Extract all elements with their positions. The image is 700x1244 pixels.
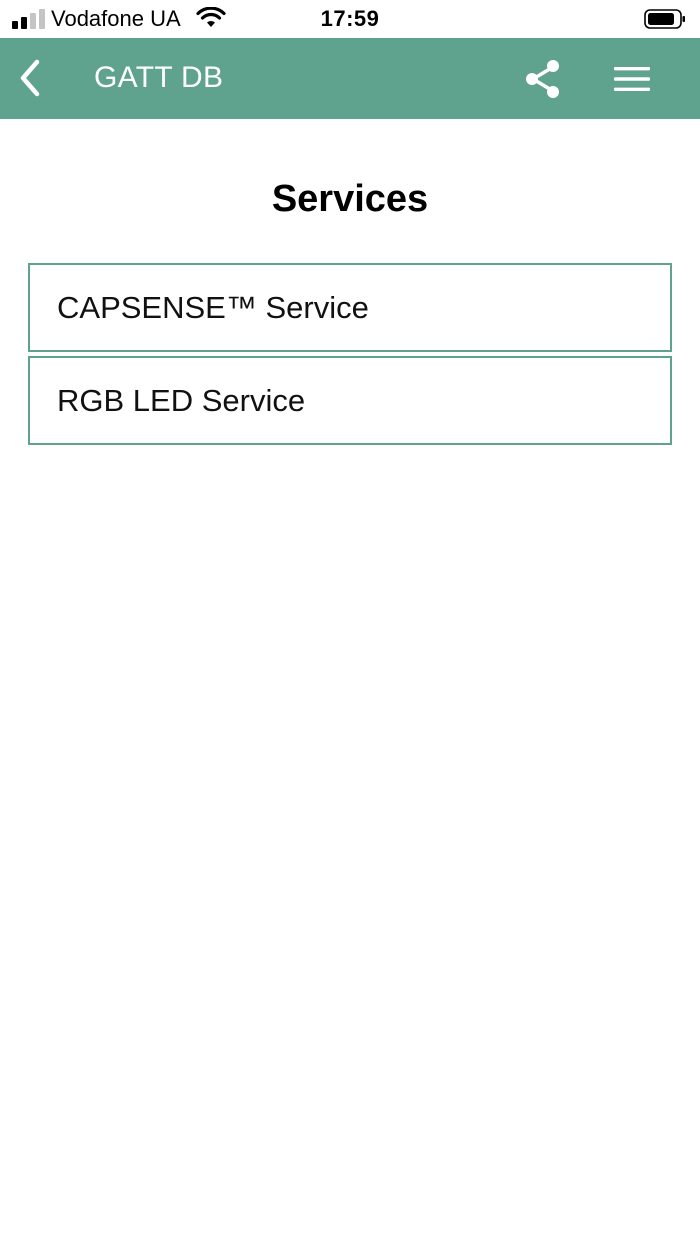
main-content: Services CAPSENSE™ Service RGB LED Servi… [0,177,700,445]
menu-button[interactable] [608,56,656,102]
app-bar: GATT DB [0,38,700,119]
chevron-left-icon [20,59,40,97]
share-icon [526,60,559,98]
status-bar: Vodafone UA 17:59 [0,0,700,38]
service-item-capsense[interactable]: CAPSENSE™ Service [28,263,672,352]
hamburger-menu-icon [614,67,650,91]
status-time: 17:59 [320,6,380,31]
back-button[interactable] [8,56,52,100]
page-title: GATT DB [94,61,224,94]
battery-icon [644,9,685,29]
service-list: CAPSENSE™ Service RGB LED Service [0,263,700,445]
service-label: CAPSENSE™ Service [57,289,369,325]
services-heading: Services [271,178,429,220]
service-label: RGB LED Service [57,382,306,418]
share-button[interactable] [520,56,566,102]
service-item-rgb-led[interactable]: RGB LED Service [28,356,672,445]
